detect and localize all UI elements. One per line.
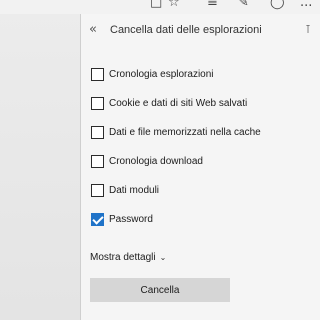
chevron-down-icon: ⌄	[159, 253, 167, 262]
checkbox[interactable]	[91, 184, 104, 197]
hub-icon[interactable]: ≡	[207, 0, 218, 10]
back-chevron-icon[interactable]: «	[89, 23, 103, 37]
reading-view-icon[interactable]: □	[150, 0, 162, 10]
page-content-area	[0, 0, 80, 320]
option-label: Cronologia esplorazioni	[109, 69, 214, 80]
browser-window: □ ☆ ≡ ✎ ◯ ... « Cancella dati delle espl…	[0, 0, 320, 320]
clear-option-row[interactable]: Dati moduli	[91, 176, 316, 205]
clear-option-row[interactable]: Cookie e dati di siti Web salvati	[91, 89, 316, 118]
clear-button[interactable]: Cancella	[90, 278, 230, 302]
pin-icon[interactable]: ⊺	[301, 23, 315, 37]
option-label: Password	[109, 214, 153, 225]
web-note-icon[interactable]: ✎	[238, 0, 249, 10]
checkbox[interactable]	[91, 126, 104, 139]
option-label: Cookie e dati di siti Web salvati	[109, 98, 248, 109]
show-details-label: Mostra dettagli	[90, 252, 156, 263]
checkbox[interactable]	[91, 97, 104, 110]
flyout-title: Cancella dati delle esplorazioni	[110, 24, 262, 36]
clear-browsing-data-flyout: « Cancella dati delle esplorazioni ⊺ Cro…	[80, 14, 320, 320]
share-icon[interactable]: ◯	[270, 0, 285, 10]
clear-options-list: Cronologia esplorazioni Cookie e dati di …	[91, 60, 316, 234]
clear-option-row[interactable]: Cronologia esplorazioni	[91, 60, 316, 89]
favorite-star-icon[interactable]: ☆	[168, 0, 180, 10]
option-label: Dati moduli	[109, 185, 160, 196]
option-label: Cronologia download	[109, 156, 203, 167]
option-label: Dati e file memorizzati nella cache	[109, 127, 261, 138]
more-icon[interactable]: ...	[300, 0, 312, 10]
checked-checkbox[interactable]	[91, 213, 104, 226]
clear-option-row[interactable]: Password	[91, 205, 316, 234]
browser-toolbar: □ ☆ ≡ ✎ ◯ ...	[0, 0, 320, 14]
checkbox[interactable]	[91, 155, 104, 168]
clear-option-row[interactable]: Cronologia download	[91, 147, 316, 176]
clear-option-row[interactable]: Dati e file memorizzati nella cache	[91, 118, 316, 147]
checkbox[interactable]	[91, 68, 104, 81]
flyout-header: « Cancella dati delle esplorazioni ⊺	[81, 14, 320, 48]
show-details-link[interactable]: Mostra dettagli ⌄	[90, 252, 166, 263]
